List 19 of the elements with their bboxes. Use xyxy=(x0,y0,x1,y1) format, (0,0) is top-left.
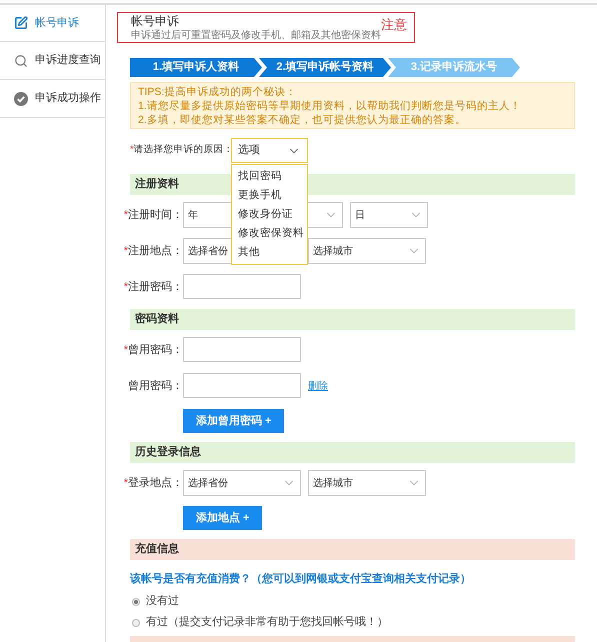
radio-label: 没有过 xyxy=(146,594,179,610)
question-text: 该帐号是否有充值消费？（您可以到网银或支付宝查询相关支付记录） xyxy=(130,572,472,587)
field-label: *注册地点： xyxy=(124,244,183,259)
page-title: 帐号申诉 xyxy=(131,13,180,29)
note-text: 注意 xyxy=(381,16,407,34)
page-subtitle: 申诉通过后可重置密码及修改手机、邮箱及其他密保资料 xyxy=(131,29,381,42)
tip-text: 2.多填，即使您对某些答案不确定，也可提供您认为最正确的答案。 xyxy=(138,113,467,127)
section-header: 密码资料 xyxy=(130,309,575,330)
field-label: *曾用密码： xyxy=(124,342,183,358)
field-label: *登录地点： xyxy=(124,476,183,491)
radio-label: 有过（提交支付记录非常有助于您找回帐号哦！） xyxy=(146,614,388,630)
field-label: *注册时间： xyxy=(124,208,183,223)
field-label: *注册密码： xyxy=(124,280,183,295)
tip-text: TIPS:提高申诉成功的两个秘诀： xyxy=(138,85,298,99)
field-label: 曾用密码： xyxy=(128,378,183,394)
section-header: 充值信息 xyxy=(130,539,575,560)
tip-text: 1.请您尽量多提供原始密码等早期使用资料，以帮助我们判断您是号码的主人！ xyxy=(138,99,522,113)
reason-label: *请选择您申诉的原因： xyxy=(130,143,231,158)
section-header: 历史登录信息 xyxy=(130,442,575,463)
